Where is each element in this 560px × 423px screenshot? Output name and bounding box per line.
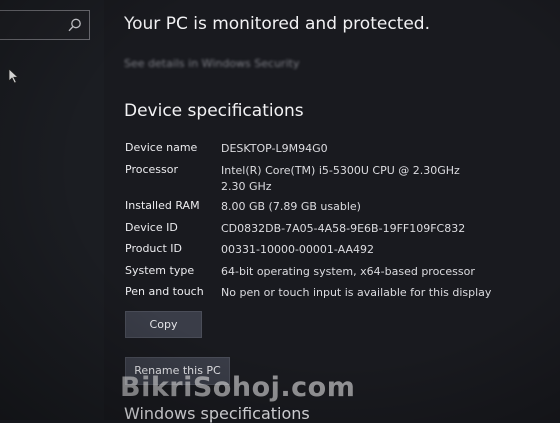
search-input[interactable] xyxy=(0,10,90,40)
spec-value: Intel(R) Core(TM) i5-5300U CPU @ 2.30GHz… xyxy=(221,164,460,193)
spec-value: DESKTOP-L9M94G0 xyxy=(221,142,328,155)
spec-label: System type xyxy=(125,264,195,277)
spec-label: Device ID xyxy=(125,221,178,234)
about-page: Your PC is monitored and protected. See … xyxy=(104,0,560,423)
spec-value: CD0832DB-7A05-4A58-9E6B-19FF109FC832 xyxy=(221,222,466,235)
spec-value: 00331-10000-00001-AA492 xyxy=(221,243,374,256)
mouse-pointer-icon xyxy=(8,68,20,84)
spec-label: Installed RAM xyxy=(125,199,200,212)
spec-label: Processor xyxy=(125,163,178,176)
search-icon[interactable] xyxy=(67,17,83,33)
watermark: BikriSohoj.com xyxy=(120,372,356,403)
spec-label: Product ID xyxy=(125,242,182,255)
spec-value: No pen or touch input is available for t… xyxy=(221,286,492,299)
settings-nav-pane xyxy=(0,0,104,420)
spec-value: 8.00 GB (7.89 GB usable) xyxy=(221,200,361,213)
spec-value: 64-bit operating system, x64-based proce… xyxy=(221,265,475,278)
windows-specifications-heading: Windows specifications xyxy=(124,404,310,423)
windows-security-link[interactable]: See details in Windows Security xyxy=(124,57,299,70)
copy-button[interactable]: Copy xyxy=(125,311,202,338)
protection-status-text: Your PC is monitored and protected. xyxy=(124,14,430,34)
device-specifications-heading: Device specifications xyxy=(124,101,304,121)
spec-label: Pen and touch xyxy=(125,285,204,298)
spec-label: Device name xyxy=(125,141,198,154)
